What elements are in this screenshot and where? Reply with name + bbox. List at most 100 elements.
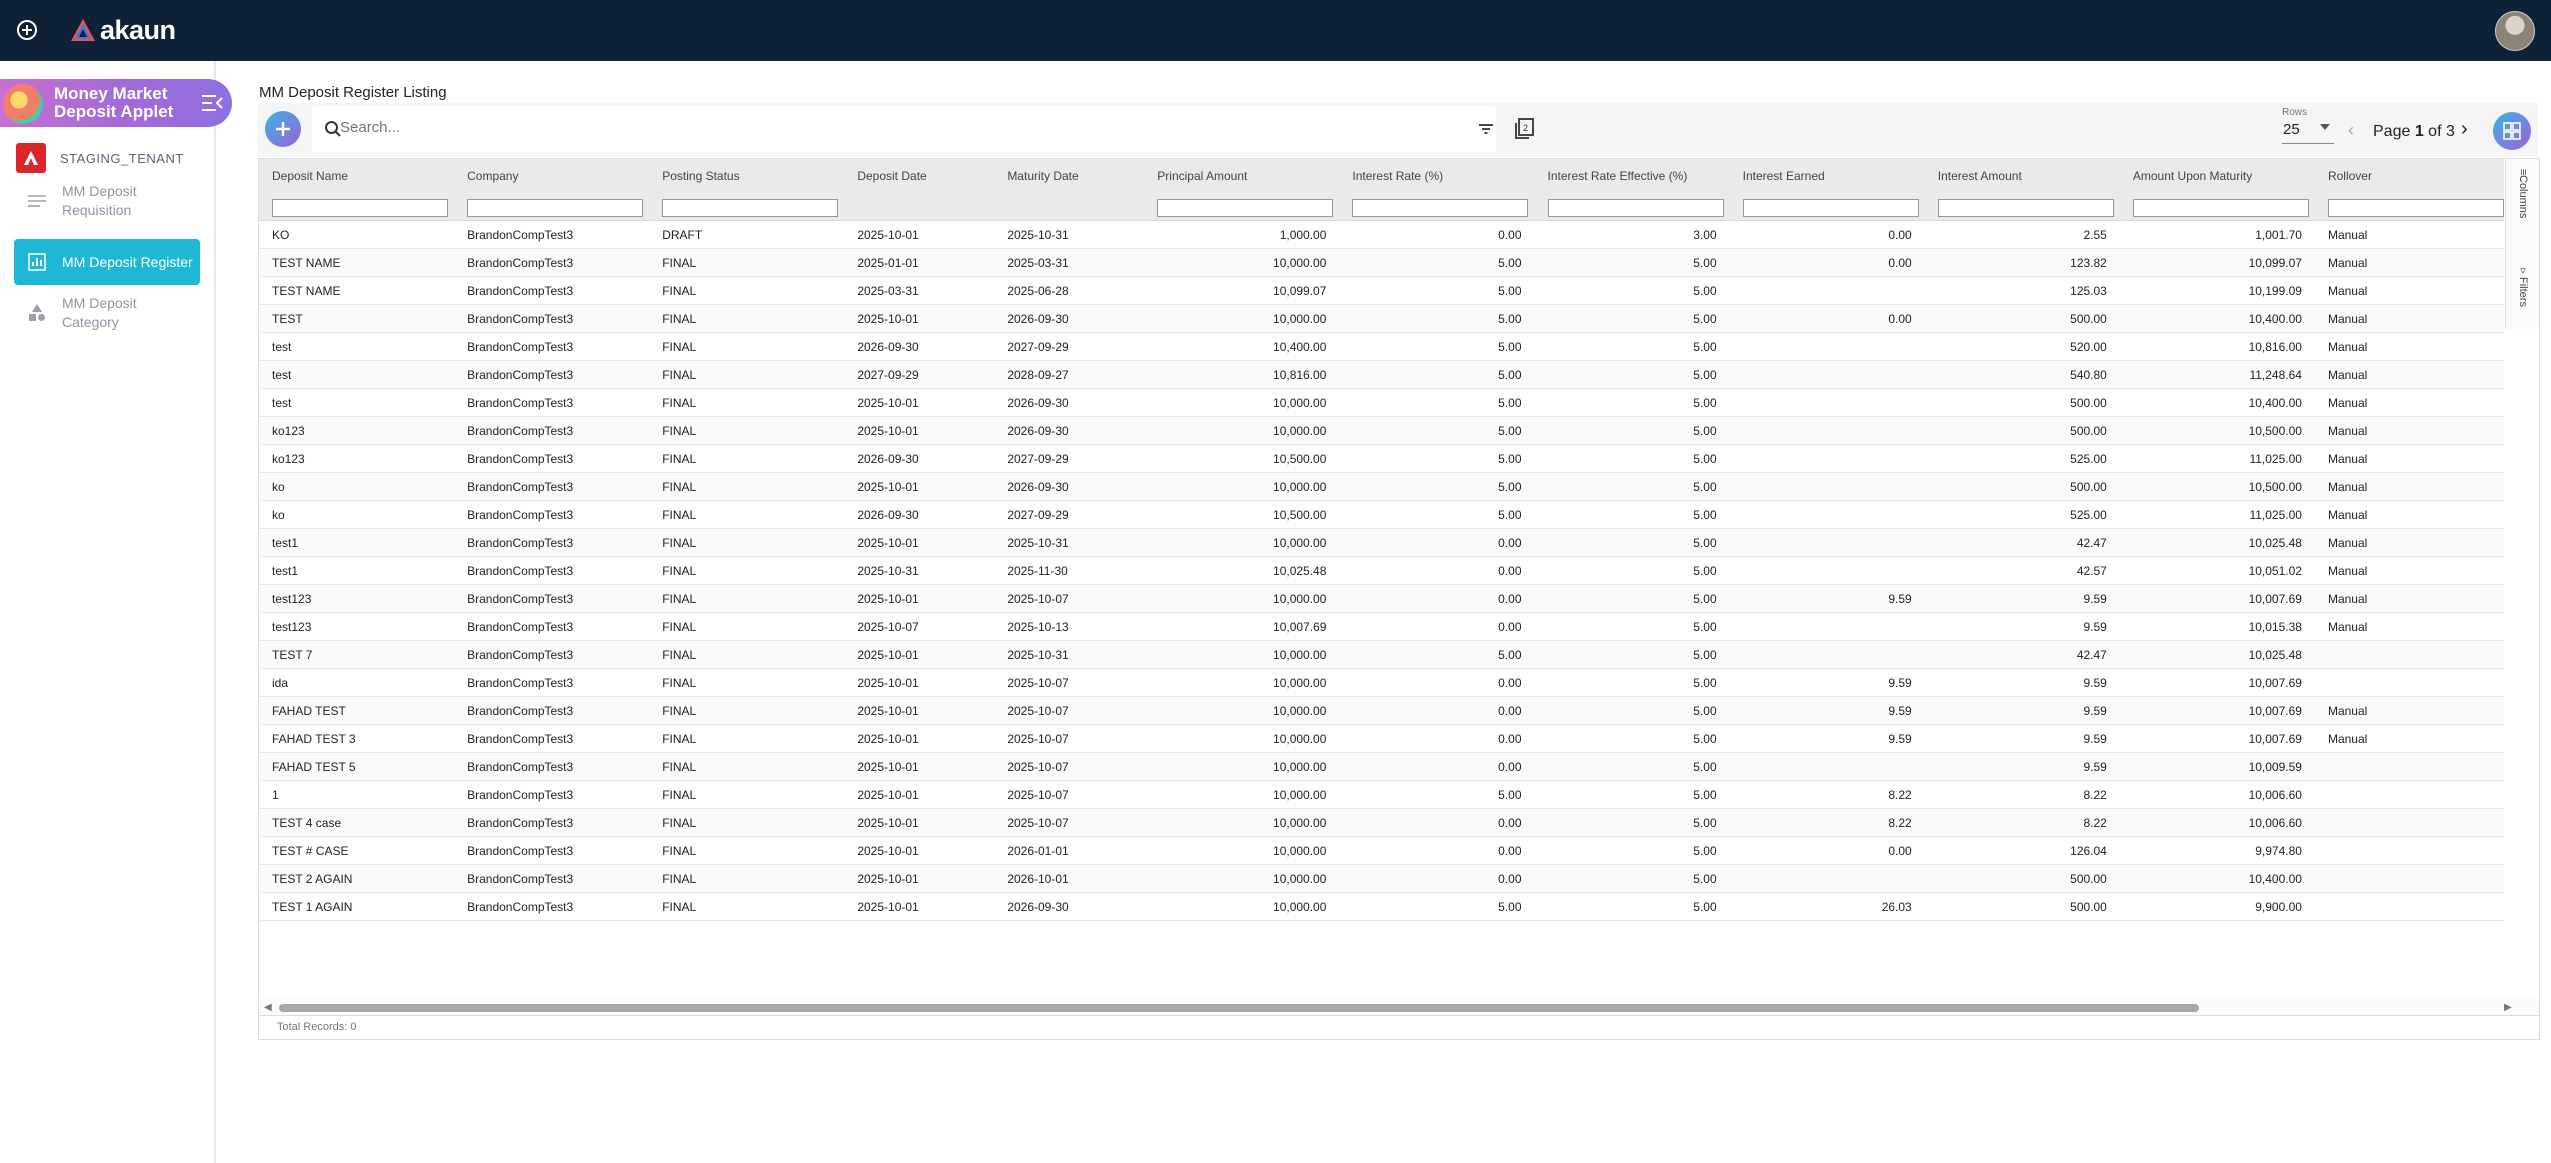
filter-icon[interactable] [1476, 119, 1496, 139]
table-row[interactable]: test123 BrandonCompTest3 FINAL 2025-10-01 20… [259, 584, 2504, 613]
table-cell: FINAL [649, 584, 845, 613]
app-logo[interactable]: akaun [70, 15, 176, 45]
table-row[interactable]: TEST 4 case BrandonCompTest3 FINAL 2025-10-… [259, 808, 2504, 837]
add-circle-icon[interactable] [16, 19, 38, 41]
table-cell: TEST 7 [259, 640, 455, 669]
column-header[interactable]: Company [454, 159, 650, 192]
column-filter-input[interactable] [1157, 198, 1334, 217]
table-row[interactable]: test BrandonCompTest3 FINAL 2026-09-30 2027-… [259, 332, 2504, 361]
column-header[interactable]: Interest Earned [1729, 159, 1925, 192]
table-cell: FINAL [649, 444, 845, 473]
table-cell: 5.00 [1534, 836, 1730, 865]
horizontal-scrollbar[interactable]: ◀ ▶ [259, 999, 2539, 1015]
table-row[interactable]: test1 BrandonCompTest3 FINAL 2025-10-31 2025… [259, 556, 2504, 585]
table-cell: FINAL [649, 724, 845, 753]
column-header[interactable]: Maturity Date [994, 159, 1145, 192]
table-row[interactable]: TEST 7 BrandonCompTest3 FINAL 2025-10-01 202… [259, 640, 2504, 669]
applet-icon [3, 84, 43, 124]
table-row[interactable]: TEST BrandonCompTest3 FINAL 2025-10-01 2026-… [259, 304, 2504, 333]
side-tab-filters[interactable]: ▿ Filters [2506, 264, 2539, 307]
scrollbar-thumb[interactable] [279, 1004, 2199, 1012]
column-filter-input[interactable] [1352, 198, 1529, 217]
table-row[interactable]: test1 BrandonCompTest3 FINAL 2025-10-01 2025… [259, 528, 2504, 557]
search-input[interactable] [338, 111, 1442, 143]
scroll-left-icon[interactable]: ◀ [264, 1002, 272, 1013]
table-row[interactable]: TEST 2 AGAIN BrandonCompTest3 FINAL 2025-10… [259, 864, 2504, 893]
table-cell: Manual [2314, 500, 2504, 529]
table-cell: 500.00 [1924, 892, 2120, 921]
table-row[interactable]: ko123 BrandonCompTest3 FINAL 2025-10-01 2026… [259, 416, 2504, 445]
table-row[interactable]: TEST # CASE BrandonCompTest3 FINAL 2025-10-… [259, 836, 2504, 865]
table-cell: 10,007.69 [1144, 612, 1340, 641]
table-row[interactable]: test BrandonCompTest3 FINAL 2027-09-29 2028-… [259, 360, 2504, 389]
table-row[interactable]: 1 BrandonCompTest3 FINAL 2025-10-01 2025-10-… [259, 780, 2504, 809]
sidebar-item-mm-deposit-requisition[interactable]: MM Deposit Requisition [14, 182, 200, 220]
table-cell: 10,006.60 [2119, 808, 2315, 837]
column-header[interactable]: Rollover [2314, 159, 2504, 192]
tenant-selector[interactable]: STAGING_TENANT [16, 143, 184, 173]
column-filter-input[interactable] [1937, 198, 2114, 217]
column-filter-input[interactable] [662, 198, 839, 217]
user-avatar[interactable] [2495, 11, 2535, 51]
column-header[interactable]: Interest Rate (%) [1339, 159, 1535, 192]
table-row[interactable]: ko BrandonCompTest3 FINAL 2025-10-01 2026-09… [259, 472, 2504, 501]
table-cell: BrandonCompTest3 [454, 892, 650, 921]
column-filter-input[interactable] [2132, 198, 2309, 217]
grid-view-toggle[interactable] [2493, 112, 2531, 150]
column-header[interactable]: Interest Amount [1924, 159, 2120, 192]
column-header[interactable]: Deposit Name [259, 159, 455, 192]
table-row[interactable]: FAHAD TEST BrandonCompTest3 FINAL 2025-10-0… [259, 696, 2504, 725]
column-filter-input[interactable] [1742, 198, 1919, 217]
table-cell: 2026-09-30 [844, 500, 995, 529]
table-cell: 5.00 [1339, 332, 1535, 361]
column-header[interactable]: Interest Rate Effective (%) [1534, 159, 1730, 192]
table-row[interactable]: TEST NAME BrandonCompTest3 FINAL 2025-03-31… [259, 276, 2504, 305]
column-header[interactable]: Principal Amount [1144, 159, 1340, 192]
table-cell: 2028-09-27 [994, 360, 1145, 389]
table-row[interactable]: ko BrandonCompTest3 FINAL 2026-09-30 2027-09… [259, 500, 2504, 529]
table-row[interactable]: FAHAD TEST 3 BrandonCompTest3 FINAL 2025-10… [259, 724, 2504, 753]
table-cell: Manual [2314, 388, 2504, 417]
table-cell [1729, 500, 1925, 529]
table-cell: 10,009.59 [2119, 752, 2315, 781]
table-cell: 2025-10-01 [844, 584, 995, 613]
column-filter-input[interactable] [1547, 198, 1724, 217]
sidebar-item-mm-deposit-register[interactable]: MM Deposit Register [14, 239, 200, 285]
prev-page-button[interactable]: ‹ [2348, 120, 2354, 141]
side-tab-columns[interactable]: ≡ Columns [2506, 169, 2539, 219]
table-row[interactable]: KO BrandonCompTest3 DRAFT 2025-10-01 2025-10… [259, 220, 2504, 249]
rows-per-page-select[interactable]: Rows 25 [2274, 105, 2334, 149]
column-filter-input[interactable] [467, 198, 644, 217]
next-page-button[interactable]: › [2461, 118, 2468, 141]
copy-icon[interactable]: 2 [1512, 116, 1536, 140]
table-cell [2314, 892, 2504, 921]
table-row[interactable]: ko123 BrandonCompTest3 FINAL 2026-09-30 2027… [259, 444, 2504, 473]
table-row[interactable]: test BrandonCompTest3 FINAL 2025-10-01 2026-… [259, 388, 2504, 417]
table-cell: BrandonCompTest3 [454, 612, 650, 641]
table-cell: FINAL [649, 528, 845, 557]
table-cell [2314, 808, 2504, 837]
column-header[interactable]: Amount Upon Maturity [2119, 159, 2315, 192]
table-row[interactable]: test123 BrandonCompTest3 FINAL 2025-10-07 20… [259, 612, 2504, 641]
table-cell: Manual [2314, 360, 2504, 389]
table-cell: 500.00 [1924, 416, 2120, 445]
column-filter-input[interactable] [2327, 198, 2504, 217]
add-deposit-button[interactable] [265, 111, 301, 147]
applet-title: Money Market Deposit Applet [54, 84, 174, 121]
sidebar: Money Market Deposit Applet STAGING_TENA… [0, 61, 232, 1163]
table-cell: Manual [2314, 220, 2504, 249]
table-cell: Manual [2314, 332, 2504, 361]
table-row[interactable]: TEST 1 AGAIN BrandonCompTest3 FINAL 2025-10… [259, 892, 2504, 921]
table-cell: 1 [259, 780, 455, 809]
scroll-right-icon[interactable]: ▶ [2504, 1002, 2512, 1013]
column-header[interactable]: Deposit Date [844, 159, 995, 192]
menu-collapse-icon[interactable] [200, 92, 224, 114]
table-cell: ko [259, 500, 455, 529]
column-header[interactable]: Posting Status [649, 159, 845, 192]
table-row[interactable]: TEST NAME BrandonCompTest3 FINAL 2025-01-01… [259, 248, 2504, 277]
table-row[interactable]: ida BrandonCompTest3 FINAL 2025-10-01 2025-1… [259, 668, 2504, 697]
table-row[interactable]: FAHAD TEST 5 BrandonCompTest3 FINAL 2025-10… [259, 752, 2504, 781]
sidebar-item-mm-deposit-category[interactable]: MM Deposit Category [14, 294, 200, 332]
column-filter-input[interactable] [272, 198, 448, 217]
table-cell: 10,000.00 [1144, 780, 1340, 809]
